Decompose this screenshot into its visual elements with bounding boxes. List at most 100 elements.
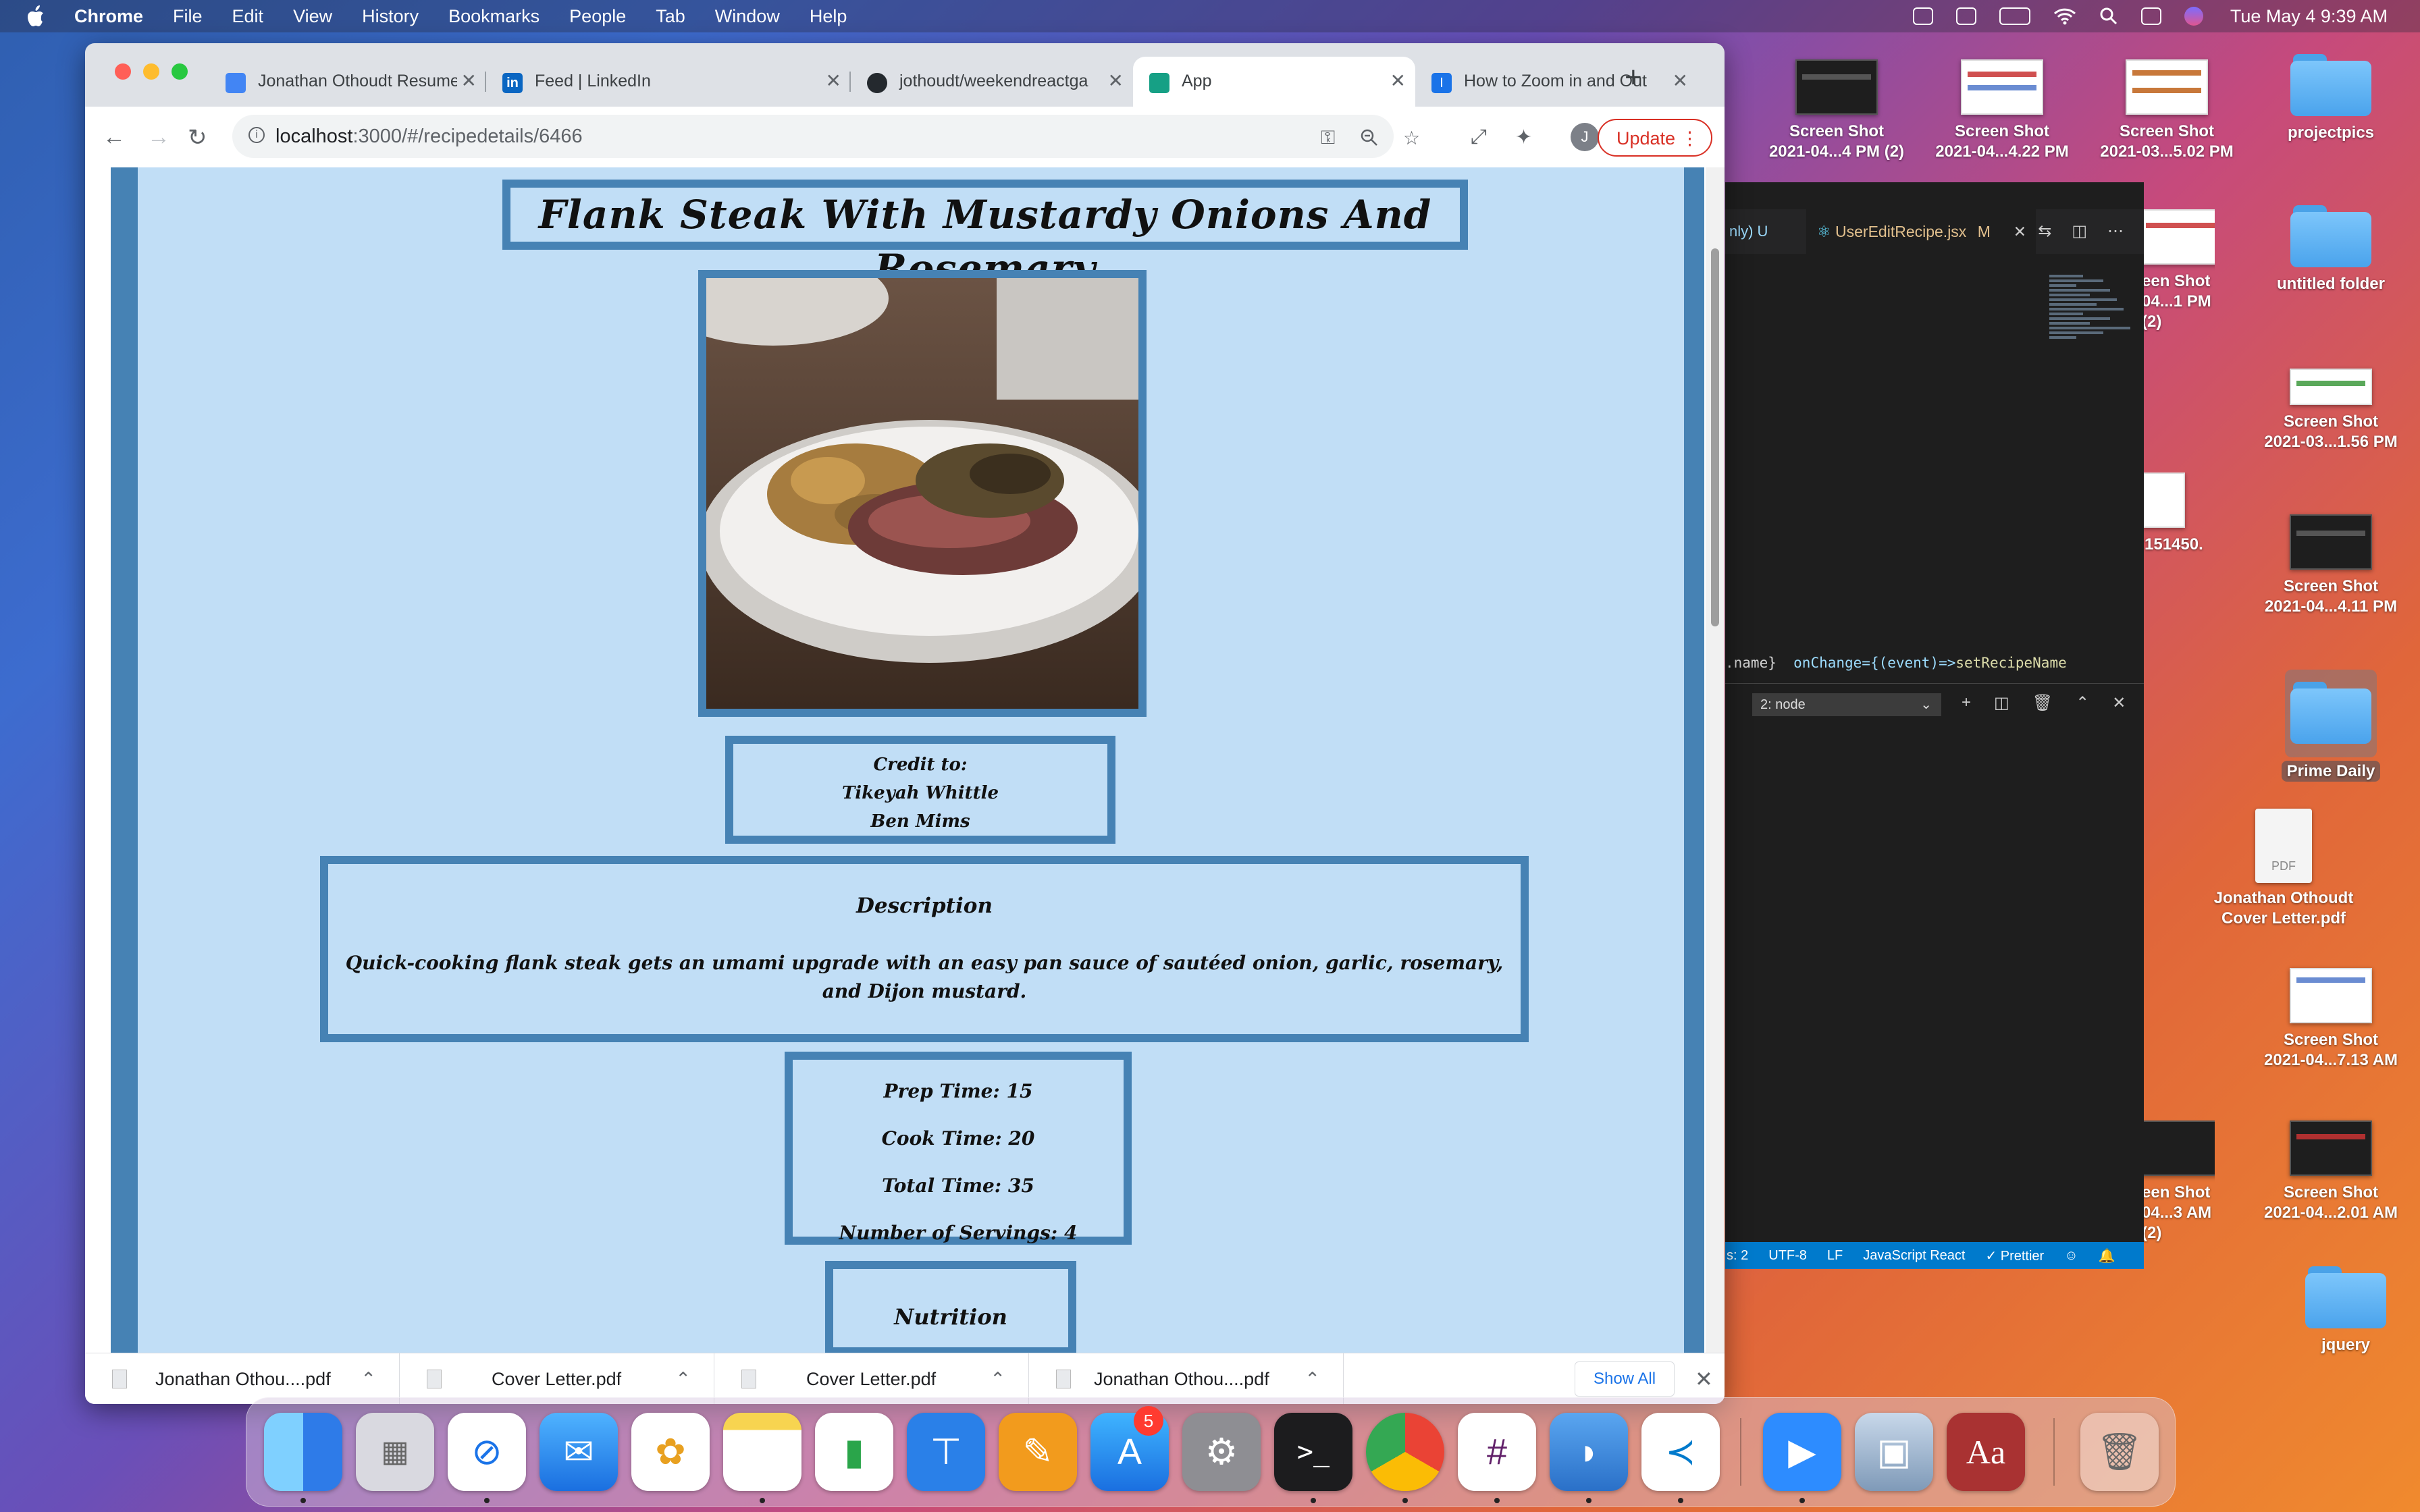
zoom-app-icon[interactable]: ▶	[1763, 1413, 1841, 1491]
desktop-folder-untitled[interactable]: untitled folder	[2257, 205, 2405, 294]
page-scrollbar[interactable]	[1706, 167, 1725, 1353]
expand-icon[interactable]: ⤢	[1471, 126, 1487, 148]
trash-icon[interactable]: 🗑	[2080, 1413, 2159, 1491]
desktop-icon-screenshot[interactable]: Screen Shot 2021-03...5.02 PM	[2093, 59, 2241, 162]
terminal-selector[interactable]: 2: node ⌄	[1752, 693, 1941, 716]
back-arrow-icon[interactable]: ←	[103, 124, 126, 151]
menu-help[interactable]: Help	[810, 6, 847, 27]
status-eol[interactable]: LF	[1827, 1248, 1843, 1264]
notes-icon[interactable]	[723, 1413, 801, 1491]
desktop-icon-screenshot-partial[interactable]: 151450.	[2134, 473, 2215, 555]
new-tab-button[interactable]: +	[1625, 61, 1642, 94]
numbers-icon[interactable]: ▮	[815, 1413, 893, 1491]
menu-tab[interactable]: Tab	[656, 6, 685, 27]
desktop-icon-screenshot[interactable]: Screen Shot 2021-04...4.11 PM	[2257, 514, 2405, 617]
battery-icon[interactable]	[1999, 7, 2030, 25]
download-item[interactable]: Cover Letter.pdf ⌃	[714, 1353, 1029, 1404]
desktop-icon-screenshot-partial[interactable]: een Shot 04...1 PM (2)	[2134, 209, 2215, 332]
key-icon[interactable]: ⚿	[1321, 127, 1335, 149]
code-line[interactable]: .name} onChange={(event)=>setRecipeName	[1725, 655, 2067, 671]
forward-arrow-icon[interactable]: →	[147, 124, 170, 151]
scrollbar-thumb[interactable]	[1711, 248, 1719, 626]
status-encoding[interactable]: UTF-8	[1768, 1248, 1807, 1264]
close-tab-icon[interactable]: ✕	[1390, 57, 1406, 105]
trash-icon[interactable]: 🗑	[2032, 693, 2053, 713]
feedback-icon[interactable]: ☺	[2064, 1248, 2078, 1264]
more-actions-icon[interactable]: ⋯	[2107, 221, 2124, 241]
finder-icon[interactable]	[264, 1413, 342, 1491]
compare-icon[interactable]: ⇆	[2038, 221, 2051, 241]
download-item[interactable]: Cover Letter.pdf ⌃	[400, 1353, 714, 1404]
menu-file[interactable]: File	[173, 6, 203, 27]
zoom-window-button[interactable]	[172, 63, 188, 80]
launchpad-icon[interactable]: ▦	[356, 1413, 434, 1491]
apple-menu-icon[interactable]	[27, 5, 47, 28]
download-item[interactable]: Jonathan Othou....pdf ⌃	[85, 1353, 400, 1404]
status-indent[interactable]: s: 2	[1727, 1248, 1748, 1264]
minimize-window-button[interactable]	[143, 63, 159, 80]
pages-icon[interactable]: ✎	[999, 1413, 1077, 1491]
close-panel-icon[interactable]: ✕	[2112, 693, 2126, 713]
desktop-icon-screenshot[interactable]: Screen Shot 2021-04...2.01 AM	[2257, 1120, 2405, 1223]
chrome-icon[interactable]	[1366, 1413, 1444, 1491]
slack-icon[interactable]: #	[1458, 1413, 1536, 1491]
reload-icon[interactable]: ↻	[188, 124, 207, 151]
desktop-icon-screenshot[interactable]: Screen Shot 2021-04...4.22 PM	[1928, 59, 2076, 162]
desktop-folder-projectpics[interactable]: projectpics	[2257, 54, 2405, 143]
close-tab-icon[interactable]: ✕	[456, 57, 477, 105]
bookmark-star-icon[interactable]: ☆	[1403, 127, 1420, 149]
browser-tab[interactable]: jothoudt/weekendreactga ✕	[851, 57, 1133, 107]
chevron-up-icon[interactable]: ⌃	[1305, 1353, 1320, 1404]
system-preferences-icon[interactable]: ⚙	[1182, 1413, 1261, 1491]
desktop-icon-screenshot[interactable]: Screen Shot 2021-04...4 PM (2)	[1762, 59, 1911, 162]
wifi-icon[interactable]	[2053, 7, 2076, 25]
desktop-icon-screenshot-partial[interactable]: een Shot 04...3 AM (2)	[2134, 1120, 2215, 1243]
show-all-button[interactable]: Show All	[1575, 1361, 1675, 1397]
bell-icon[interactable]: 🔔	[2099, 1247, 2115, 1264]
vscode-tab-previous[interactable]: nly) U	[1725, 209, 1768, 254]
browser-tab[interactable]: Jonathan Othoudt Resume ✕	[209, 57, 486, 107]
split-terminal-icon[interactable]: ◫	[1994, 693, 2009, 713]
desktop-folder-prime-daily[interactable]: Prime Daily	[2248, 670, 2413, 782]
desktop-folder-jquery[interactable]: jquery	[2271, 1266, 2420, 1355]
new-terminal-icon[interactable]: +	[1962, 693, 1971, 713]
chevron-up-icon[interactable]: ⌃	[2076, 693, 2089, 713]
chevron-up-icon[interactable]: ⌃	[990, 1353, 1005, 1404]
menu-clock[interactable]: Tue May 4 9:39 AM	[2230, 6, 2388, 27]
address-bar[interactable]: i localhost:3000/#/recipedetails/6466 ⚿ …	[232, 115, 1420, 158]
mail-icon[interactable]: ✉	[540, 1413, 618, 1491]
browser-tab[interactable]: in Feed | LinkedIn ✕	[486, 57, 851, 107]
dictionary-icon[interactable]: Aa	[1947, 1413, 2025, 1491]
status-prettier[interactable]: ✓ Prettier	[1985, 1247, 2044, 1264]
safari-icon[interactable]: ⊘	[448, 1413, 526, 1491]
desktop-icon-screenshot[interactable]: Screen Shot 2021-03...1.56 PM	[2257, 369, 2405, 452]
control-center-icon[interactable]	[2140, 7, 2161, 25]
vscode-tab-active[interactable]: ⚛ UserEditRecipe.jsx M ✕	[1806, 209, 2036, 254]
close-tab-icon[interactable]: ✕	[1103, 57, 1124, 105]
menu-people[interactable]: People	[569, 6, 626, 27]
close-tab-icon[interactable]: ✕	[1668, 57, 1688, 105]
status-language[interactable]: JavaScript React	[1863, 1248, 1965, 1264]
update-button[interactable]: Update ⋮	[1598, 119, 1712, 157]
screen-status-icon[interactable]	[1955, 7, 1976, 25]
profile-avatar[interactable]: J	[1571, 123, 1599, 151]
download-item[interactable]: Jonathan Othou....pdf ⌃	[1029, 1353, 1344, 1404]
close-tab-icon[interactable]: ✕	[2014, 209, 2026, 254]
close-window-button[interactable]	[115, 63, 131, 80]
minimap[interactable]	[2049, 273, 2137, 394]
kebab-menu-icon[interactable]: ⋮	[1681, 120, 1699, 157]
menu-history[interactable]: History	[362, 6, 419, 27]
keynote-icon[interactable]: ⊤	[907, 1413, 985, 1491]
desktop-file-cover-letter-pdf[interactable]: PDF Jonathan Othoudt Cover Letter.pdf	[2209, 809, 2358, 929]
close-downloads-icon[interactable]: ✕	[1695, 1353, 1713, 1404]
menu-view[interactable]: View	[293, 6, 332, 27]
browser-tab[interactable]: I How to Zoom in and Out ✕	[1415, 57, 1698, 107]
url-text[interactable]: localhost:3000/#/recipedetails/6466	[275, 115, 583, 158]
menu-app-chrome[interactable]: Chrome	[74, 6, 143, 27]
zoom-icon[interactable]	[1360, 128, 1379, 147]
menu-edit[interactable]: Edit	[232, 6, 264, 27]
preview-icon[interactable]: ▣	[1855, 1413, 1933, 1491]
chevron-up-icon[interactable]: ⌃	[675, 1353, 691, 1404]
browser-tab-active[interactable]: App ✕	[1133, 57, 1415, 107]
menu-bookmarks[interactable]: Bookmarks	[448, 6, 540, 27]
